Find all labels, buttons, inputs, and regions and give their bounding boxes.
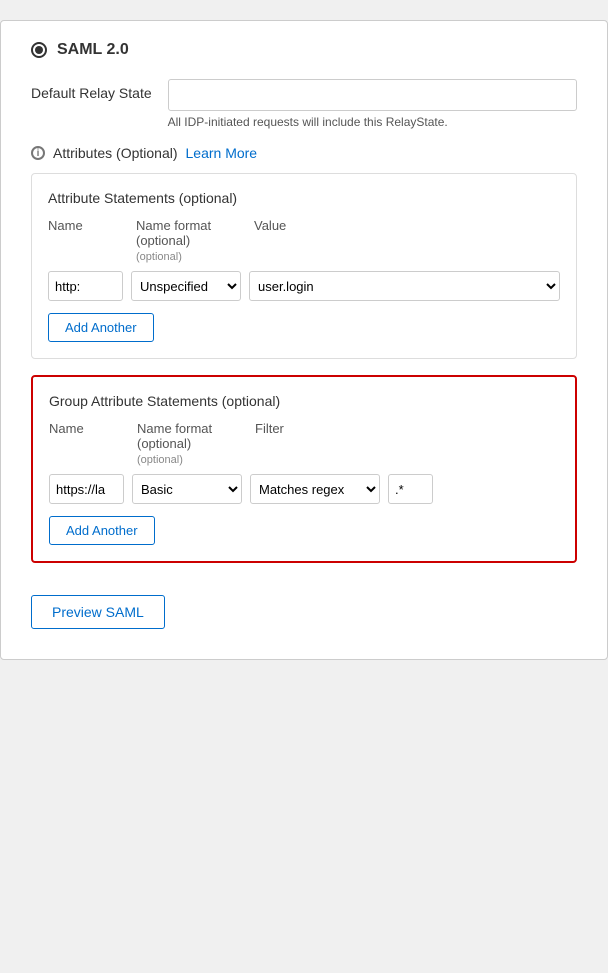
radio-inner — [35, 46, 43, 54]
group-add-another-button[interactable]: Add Another — [49, 516, 155, 545]
attributes-header: i Attributes (Optional) Learn More — [31, 145, 577, 161]
saml-title: SAML 2.0 — [57, 41, 129, 59]
attr-add-another-button[interactable]: Add Another — [48, 313, 154, 342]
group-col-format-header: Name format (optional) (optional) — [137, 421, 247, 466]
attr-table-headers: Name Name format (optional) (optional) V… — [48, 218, 560, 263]
attr-row-1: Unspecified Basic URI Reference user.log… — [48, 271, 560, 301]
group-format-subtext: (optional) — [137, 454, 183, 466]
main-container: SAML 2.0 Default Relay State All IDP-ini… — [0, 20, 608, 660]
attributes-section: i Attributes (Optional) Learn More Attri… — [31, 145, 577, 563]
group-filter-value-input[interactable] — [388, 474, 433, 504]
relay-state-input[interactable] — [168, 79, 577, 111]
saml-header: SAML 2.0 — [31, 41, 577, 59]
saml-radio[interactable] — [31, 42, 47, 58]
group-col-filter-header: Filter — [255, 421, 559, 436]
group-col-name-header: Name — [49, 421, 129, 436]
group-name-format-select[interactable]: Basic Unspecified URI Reference — [132, 474, 242, 504]
group-name-input[interactable] — [49, 474, 124, 504]
group-table-headers: Name Name format (optional) (optional) F… — [49, 421, 559, 466]
attribute-statements-box: Attribute Statements (optional) Name Nam… — [31, 173, 577, 359]
learn-more-link[interactable]: Learn More — [186, 145, 258, 161]
attr-col-name-header: Name — [48, 218, 128, 233]
attr-name-input[interactable] — [48, 271, 123, 301]
attr-value-select[interactable]: user.login user.email user.firstName use… — [249, 271, 560, 301]
attributes-label: Attributes (Optional) — [53, 145, 178, 161]
relay-state-field-group: All IDP-initiated requests will include … — [168, 79, 577, 129]
attribute-statements-title: Attribute Statements (optional) — [48, 190, 560, 206]
group-attribute-statements-box: Group Attribute Statements (optional) Na… — [31, 375, 577, 563]
relay-state-row: Default Relay State All IDP-initiated re… — [31, 79, 577, 129]
attr-col-value-header: Value — [254, 218, 560, 233]
attr-name-format-select[interactable]: Unspecified Basic URI Reference — [131, 271, 241, 301]
group-filter-type-select[interactable]: Matches regex Starts with Ends with Equa… — [250, 474, 380, 504]
attr-col-format-header: Name format (optional) (optional) — [136, 218, 246, 263]
relay-state-label: Default Relay State — [31, 79, 152, 101]
group-row-1: Basic Unspecified URI Reference Matches … — [49, 474, 559, 504]
attr-format-subtext: (optional) — [136, 251, 182, 263]
info-icon: i — [31, 146, 45, 160]
group-statements-title: Group Attribute Statements (optional) — [49, 393, 559, 409]
relay-state-help: All IDP-initiated requests will include … — [168, 115, 577, 129]
preview-saml-button[interactable]: Preview SAML — [31, 595, 165, 629]
